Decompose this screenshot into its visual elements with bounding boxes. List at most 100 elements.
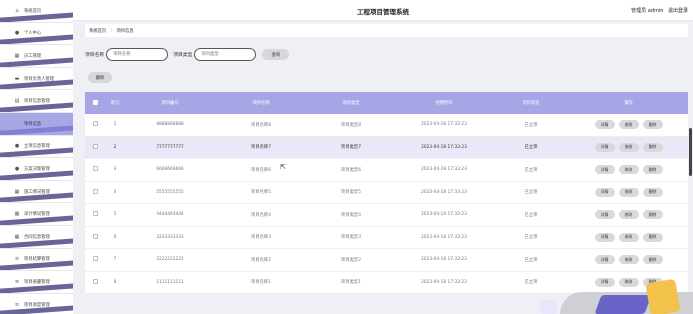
detail-button[interactable]: 详情 [594, 120, 615, 130]
table-row[interactable]: 4 5555555555 项目名称5 项目类型5 2023-04-18 17:33:23… [85, 181, 688, 204]
project-table: 索引 项目编号 项目名称 项目类型 创建时间 项目状态 操作 1 88888888… [85, 92, 688, 294]
detail-button[interactable]: 详情 [594, 142, 615, 152]
cell-code: 4444444444 [156, 212, 184, 218]
row-checkbox[interactable] [92, 233, 98, 239]
sidebar-item[interactable]: ● 立项信息管理 [0, 135, 73, 159]
row-checkbox[interactable] [92, 211, 98, 217]
delete-button[interactable]: 删除 [642, 120, 663, 130]
row-checkbox[interactable] [92, 188, 98, 194]
edit-button[interactable]: 修改 [618, 255, 639, 265]
sidebar-item[interactable]: 项目信息 [0, 112, 73, 136]
edit-button[interactable]: 修改 [618, 142, 639, 152]
row-checkbox[interactable] [92, 256, 98, 262]
sidebar-item[interactable]: ▬ 项目负责人管理 [0, 67, 73, 91]
cell-type: 项目类型4 [341, 212, 361, 218]
row-checkbox[interactable] [92, 143, 98, 149]
cell-type: 项目类型1 [341, 280, 361, 286]
edit-button[interactable]: 修改 [618, 120, 639, 130]
cell-actions: 详情修改删除 [569, 142, 688, 152]
detail-button[interactable]: 详情 [594, 277, 615, 287]
cell-time: 2023-04-18 17:33:23 [421, 279, 467, 285]
search-bar: 项目名称 项目类型 查询 [85, 48, 290, 61]
sidebar-item[interactable]: ≡ 项目结算管理 [0, 248, 73, 272]
delete-button[interactable]: 删除 [642, 187, 663, 197]
sidebar-item[interactable]: ● 方案决策管理 [0, 158, 73, 181]
table-row[interactable]: 6 3333333333 项目名称3 项目类型3 2023-04-18 17:33:23… [85, 226, 688, 249]
detail-button[interactable]: 详情 [594, 210, 615, 220]
grid-icon: ▦ [14, 233, 20, 240]
sidebar-item[interactable]: ● 个人中心 [0, 22, 73, 46]
sidebar-item[interactable]: ▦ 员工管理 [0, 45, 73, 68]
edit-button[interactable]: 修改 [618, 232, 639, 242]
logout-link[interactable]: 退出登录 [668, 8, 688, 14]
detail-button[interactable]: 详情 [594, 255, 615, 265]
delete-button[interactable]: 删除 [642, 210, 663, 220]
cell-status: 已立项 [524, 122, 538, 128]
breadcrumb-current: 项目信息 [116, 28, 134, 34]
row-checkbox[interactable] [92, 121, 98, 127]
row-checkbox[interactable] [92, 278, 98, 284]
sidebar-item[interactable]: ⌂ 系统首页 [0, 0, 73, 23]
cell-time: 2023-04-18 17:33:23 [421, 234, 467, 240]
edit-button[interactable]: 修改 [618, 187, 639, 197]
decoration-book [594, 295, 652, 314]
delete-button[interactable]: 删除 [642, 255, 663, 265]
table-row[interactable]: 3 6666666666 项目名称6 项目类型6 2023-04-18 17:33:23… [85, 159, 688, 182]
cell-status: 已立项 [524, 167, 538, 173]
list-icon: ≡ [14, 301, 20, 308]
grid-icon: ▦ [14, 52, 20, 59]
row-checkbox[interactable] [92, 166, 98, 172]
sidebar-item-label: 项目负责人管理 [24, 76, 55, 82]
delete-button[interactable]: 删除 [642, 232, 663, 242]
cell-index: 1 [113, 122, 117, 128]
edit-button[interactable]: 修改 [618, 165, 639, 175]
detail-button[interactable]: 详情 [594, 232, 615, 242]
sidebar-item[interactable]: ▦ 采计情况管理 [0, 203, 73, 226]
batch-delete-button[interactable]: 删除 [88, 72, 112, 83]
cell-name: 项目名称1 [251, 280, 271, 286]
breadcrumb-home[interactable]: 系统首页 [89, 28, 106, 34]
table-body: 1 8888888888 项目名称8 项目类型8 2023-04-18 17:33:23… [85, 114, 688, 294]
cell-type: 项目类型3 [341, 235, 361, 241]
detail-button[interactable]: 详情 [594, 187, 615, 197]
user-icon: ● [14, 165, 20, 172]
select-all-checkbox[interactable] [92, 99, 98, 105]
project-name-label: 项目名称 [85, 53, 105, 58]
sidebar-item[interactable]: ▦ 合同信息管理 [0, 225, 73, 249]
project-type-input[interactable] [194, 48, 257, 61]
project-name-input[interactable] [106, 48, 169, 61]
cell-status: 已立项 [524, 235, 538, 241]
sidebar-item-label: 合同信息管理 [24, 234, 50, 240]
cell-code: 6666666666 [156, 167, 184, 173]
sidebar-item[interactable]: ▤ 项目信息管理 [0, 90, 73, 113]
sidebar-item-label: 施工情况管理 [24, 189, 50, 195]
header-type: 项目类型 [342, 101, 360, 106]
table-row[interactable]: 1 8888888888 项目名称8 项目类型8 2023-04-18 17:33:23… [85, 114, 688, 137]
cell-actions: 详情修改删除 [569, 165, 688, 175]
header-name: 项目名称 [252, 101, 270, 106]
grid-icon: ▦ [14, 188, 20, 195]
scrollbar[interactable] [689, 128, 692, 176]
cell-name: 项目名称2 [251, 257, 271, 263]
table-row[interactable]: 2 7777777777 项目名称7 项目类型7 2023-04-18 17:33:23… [85, 136, 688, 159]
cell-name: 项目名称3 [251, 235, 271, 241]
cell-time: 2023-04-18 17:33:23 [421, 189, 467, 195]
table-row[interactable]: 8 1111111111 项目名称1 项目类型1 2023-04-18 17:33:23… [85, 271, 688, 294]
user-area: 管理员 admin 退出登录 [628, 7, 688, 14]
delete-button[interactable]: 删除 [642, 165, 663, 175]
decoration-cube [645, 278, 681, 314]
delete-button[interactable]: 删除 [642, 142, 663, 152]
cell-type: 项目类型8 [341, 122, 361, 128]
table-row[interactable]: 5 4444444444 项目名称4 项目类型4 2023-04-18 17:33:23… [85, 204, 688, 227]
sidebar-item[interactable]: ≡ 项目进度管理 [0, 293, 73, 314]
cell-name: 项目名称7 [251, 145, 271, 151]
sidebar-item[interactable]: ≡ 项目质量管理 [0, 271, 73, 294]
query-button[interactable]: 查询 [262, 49, 290, 60]
table-row[interactable]: 7 2222222222 项目名称2 项目类型2 2023-04-18 17:33:23… [85, 249, 688, 272]
edit-button[interactable]: 修改 [618, 277, 639, 287]
cell-code: 1111111111 [156, 279, 184, 285]
edit-button[interactable]: 修改 [618, 210, 639, 220]
detail-button[interactable]: 详情 [594, 165, 615, 175]
sidebar-item[interactable]: ▦ 施工情况管理 [0, 180, 73, 204]
